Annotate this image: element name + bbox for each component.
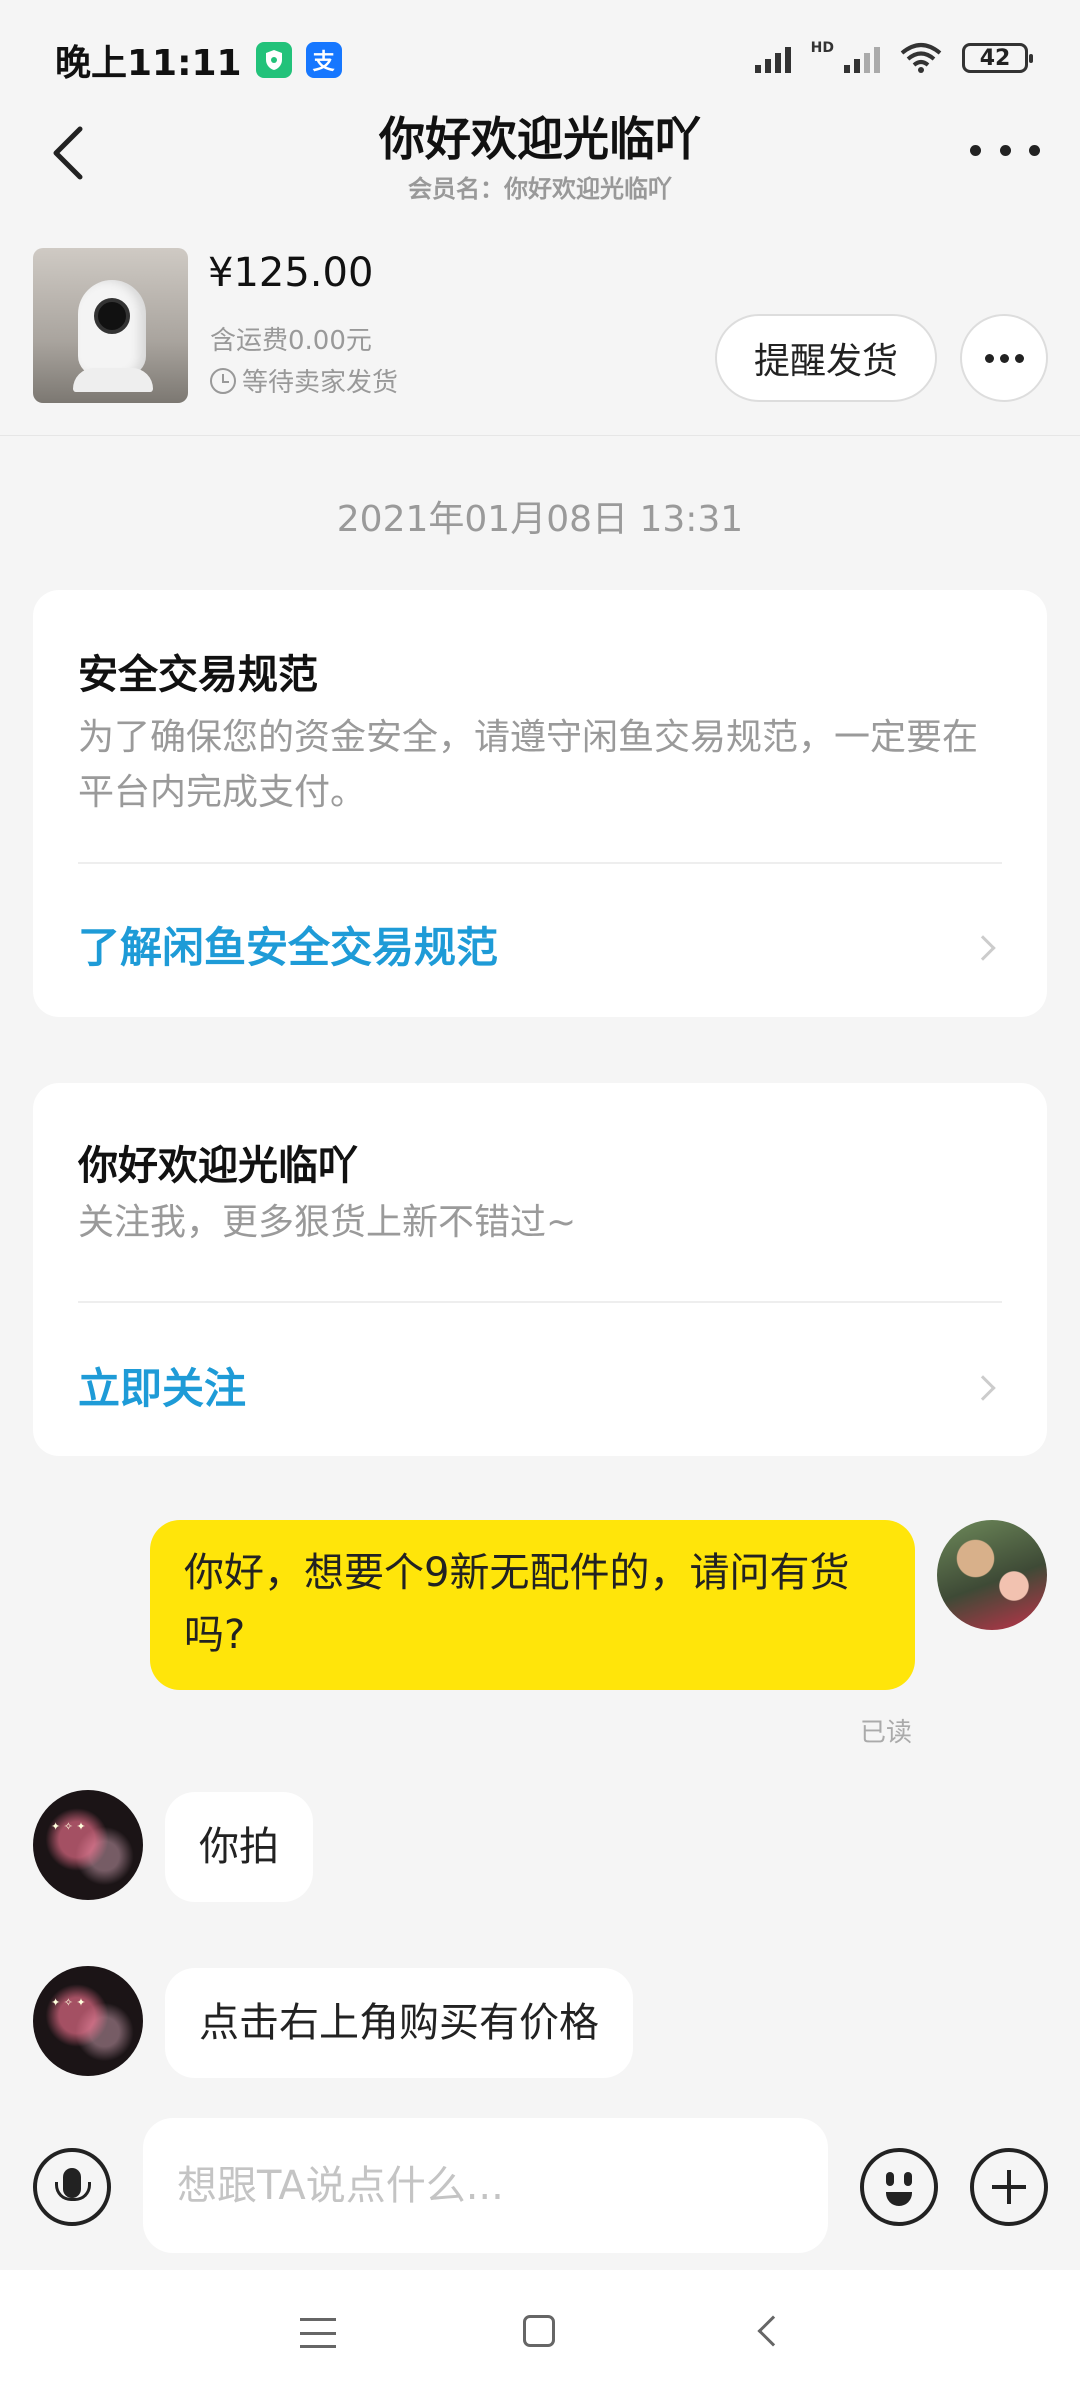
my-avatar[interactable] xyxy=(937,1520,1047,1630)
avatar-decoration: ✦ ✧ ✦ xyxy=(51,1820,86,1833)
order-summary: ¥125.00 含运费0.00元 等待卖家发货 提醒发货 xyxy=(0,240,1080,436)
chevron-right-icon xyxy=(970,935,996,961)
order-status: 等待卖家发货 xyxy=(210,362,398,399)
signal-icon-secondary xyxy=(844,43,880,73)
safety-notice-card: 安全交易规范 为了确保您的资金安全，请遵守闲鱼交易规范，一定要在平台内完成支付。… xyxy=(33,590,1047,1017)
recent-apps-button[interactable] xyxy=(300,2318,336,2348)
microphone-icon xyxy=(55,2168,91,2201)
emoji-button[interactable] xyxy=(860,2148,938,2226)
more-dot-icon xyxy=(984,353,994,363)
system-nav-bar xyxy=(0,2270,1080,2400)
message-composer xyxy=(0,2110,1080,2270)
avatar-decoration: ✦ ✧ ✦ xyxy=(51,1996,86,2009)
card-description: 为了确保您的资金安全，请遵守闲鱼交易规范，一定要在平台内完成支付。 xyxy=(78,717,979,813)
seller-avatar[interactable]: ✦ ✧ ✦ xyxy=(33,1966,143,2076)
order-more-button[interactable] xyxy=(960,314,1048,402)
security-app-icon xyxy=(255,42,292,78)
card-description: 关注我，更多狠货上新不错过~ xyxy=(78,1202,577,1243)
alipay-icon: 支 xyxy=(305,42,342,78)
battery-level: 42 xyxy=(979,45,1011,71)
message-input[interactable] xyxy=(143,2118,828,2253)
battery-icon: 42 xyxy=(962,43,1033,73)
page-title: 你好欢迎光临吖 xyxy=(379,112,701,166)
home-button[interactable] xyxy=(523,2315,555,2347)
more-dot-icon xyxy=(999,353,1009,363)
system-back-button[interactable] xyxy=(757,2315,789,2347)
order-status-text: 等待卖家发货 xyxy=(242,368,399,398)
signal-icon xyxy=(754,43,791,73)
more-dot-icon xyxy=(970,144,981,156)
product-thumbnail[interactable] xyxy=(33,248,188,403)
add-attachment-button[interactable] xyxy=(970,2148,1048,2226)
message-timestamp: 2021年01月08日 13:31 xyxy=(336,499,744,540)
status-indicators: HD 42 xyxy=(754,40,1033,74)
camera-image xyxy=(78,280,146,376)
remind-ship-button[interactable]: 提醒发货 xyxy=(715,314,937,402)
message-bubble-outgoing[interactable]: 你好，想要个9新无配件的，请问有货吗? xyxy=(150,1520,915,1690)
safety-rules-link[interactable]: 了解闲鱼安全交易规范 xyxy=(78,914,498,975)
hd-label: HD xyxy=(810,40,834,56)
more-dot-icon xyxy=(999,144,1011,156)
more-options-button[interactable] xyxy=(970,135,1040,165)
emoji-face-icon xyxy=(886,2172,894,2186)
clock-icon xyxy=(210,367,236,394)
chevron-right-icon xyxy=(970,1375,996,1401)
follow-card: 你好欢迎光临吖 关注我，更多狠货上新不错过~ 立即关注 xyxy=(33,1083,1047,1456)
status-time: 晚上11:11 xyxy=(55,43,242,84)
seller-avatar[interactable]: ✦ ✧ ✦ xyxy=(33,1790,143,1900)
message-bubble-incoming[interactable]: 你拍 xyxy=(165,1792,313,1902)
divider xyxy=(78,862,1002,864)
read-receipt: 已读 xyxy=(860,1718,913,1748)
more-dot-icon xyxy=(1014,353,1024,363)
message-bubble-incoming[interactable]: 点击右上角购买有价格 xyxy=(165,1968,633,2078)
shipping-fee: 含运费0.00元 xyxy=(210,326,372,356)
chat-header: 你好欢迎光临吖 会员名：你好欢迎光临吖 xyxy=(0,95,1080,215)
more-dot-icon xyxy=(1029,144,1040,156)
member-name: 会员名：你好欢迎光临吖 xyxy=(408,175,672,203)
divider xyxy=(78,1301,1002,1303)
card-title: 你好欢迎光临吖 xyxy=(78,1143,358,1189)
voice-button[interactable] xyxy=(33,2148,111,2226)
card-title: 安全交易规范 xyxy=(78,652,318,698)
product-price: ¥125.00 xyxy=(208,250,374,296)
follow-link[interactable]: 立即关注 xyxy=(78,1355,246,1416)
wifi-icon xyxy=(900,43,942,73)
